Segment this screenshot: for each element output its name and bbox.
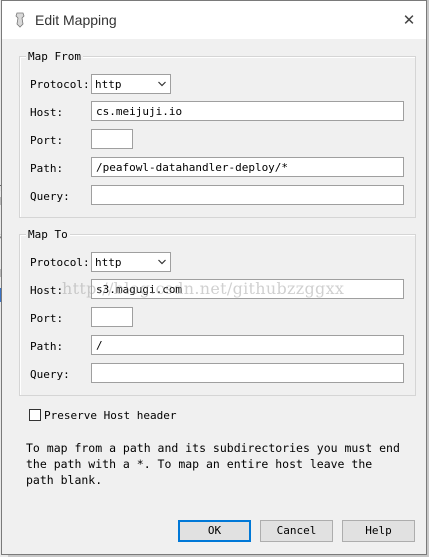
ok-button[interactable]: OK	[178, 520, 251, 542]
preserve-host-label: Preserve Host header	[44, 409, 177, 422]
map-to-host-label: Host:	[30, 284, 64, 297]
map-from-query-label: Query:	[30, 190, 70, 203]
app-icon	[15, 12, 25, 28]
chevron-down-icon	[158, 259, 166, 265]
map-to-port-label: Port:	[30, 312, 64, 325]
map-from-query-field[interactable]	[91, 185, 404, 205]
map-from-path-label: Path:	[30, 162, 64, 175]
title-bar[interactable]: Edit Mapping ✕	[2, 1, 426, 39]
map-to-path-label: Path:	[30, 340, 64, 353]
preserve-host-checkbox[interactable]	[29, 409, 41, 421]
map-to-protocol-value: http	[95, 256, 122, 269]
map-from-protocol-label: Protocol:	[30, 78, 90, 91]
map-to-query-label: Query:	[30, 368, 70, 381]
watermark: http://blog.csdn.net/githubzzggxx	[62, 279, 345, 298]
map-from-protocol-value: http	[95, 78, 122, 91]
map-from-legend: Map From	[26, 50, 83, 63]
chevron-down-icon	[158, 81, 166, 87]
map-to-path-field[interactable]: /	[91, 335, 404, 355]
map-from-host-field[interactable]: cs.meijuji.io	[91, 101, 404, 121]
cancel-button[interactable]: Cancel	[260, 520, 333, 542]
map-to-legend: Map To	[26, 228, 70, 241]
edit-mapping-dialog: Edit Mapping ✕ Map From Protocol: http H…	[1, 0, 427, 555]
map-to-protocol-label: Protocol:	[30, 256, 90, 269]
map-to-protocol-select[interactable]: http	[91, 252, 171, 272]
window-title: Edit Mapping	[35, 12, 117, 28]
map-from-port-label: Port:	[30, 134, 64, 147]
map-from-path-field[interactable]: /peafowl-datahandler-deploy/*	[91, 157, 404, 177]
close-icon: ✕	[402, 11, 416, 29]
map-to-port-field[interactable]	[91, 307, 133, 327]
close-button[interactable]: ✕	[398, 9, 420, 31]
help-button[interactable]: Help	[342, 520, 415, 542]
map-from-protocol-select[interactable]: http	[91, 74, 171, 94]
help-text: To map from a path and its subdirectorie…	[26, 441, 400, 487]
map-from-host-label: Host:	[30, 106, 64, 119]
map-from-port-field[interactable]	[91, 129, 133, 149]
map-to-query-field[interactable]	[91, 363, 404, 383]
